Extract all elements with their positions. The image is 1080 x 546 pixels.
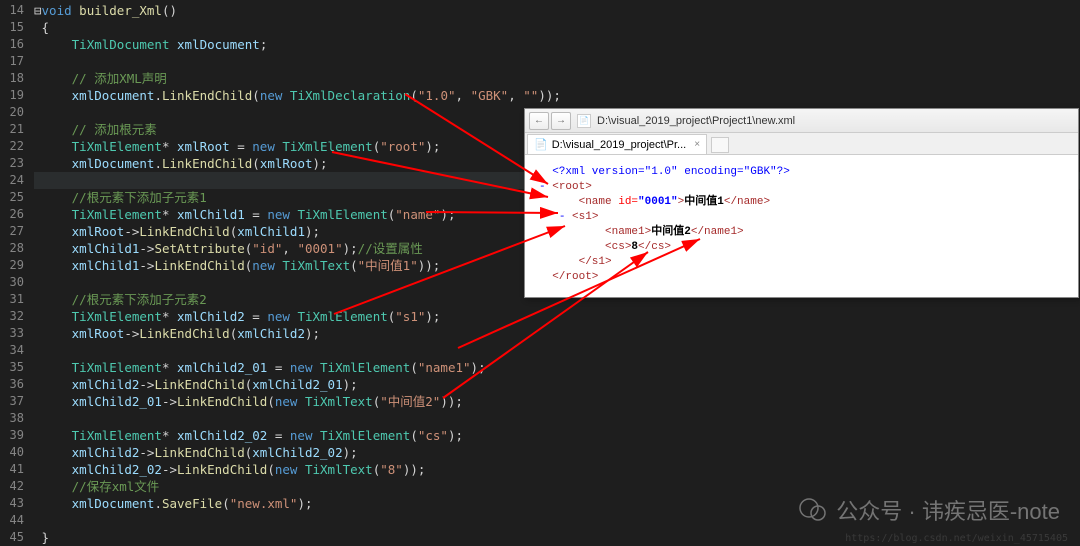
browser-window: ← → 📄 D:\visual_2019_project\Project1\ne… <box>524 108 1079 298</box>
code-line[interactable]: { <box>34 19 1080 36</box>
code-line[interactable]: //保存xml文件 <box>34 478 1080 495</box>
xml-line: - <root> <box>539 180 1064 195</box>
code-line[interactable]: xmlChild2->LinkEndChild(xmlChild2_01); <box>34 376 1080 393</box>
footer-url: https://blog.csdn.net/weixin_45715405 <box>845 533 1068 544</box>
watermark: 公众号 · 讳疾忌医-note <box>798 494 1060 526</box>
xml-content: <?xml version="1.0" encoding="GBK"?> - <… <box>525 155 1078 295</box>
code-line[interactable]: xmlDocument.LinkEndChild(new TiXmlDeclar… <box>34 87 1080 104</box>
line-number: 17 <box>0 53 24 70</box>
browser-tab[interactable]: 📄 D:\visual_2019_project\Pr... × <box>527 134 707 154</box>
xml-line: </s1> <box>539 255 1064 270</box>
line-number: 25 <box>0 189 24 206</box>
code-line[interactable]: xmlChild2_02->LinkEndChild(new TiXmlText… <box>34 461 1080 478</box>
xml-line: <?xml version="1.0" encoding="GBK"?> <box>539 165 1064 180</box>
code-line[interactable]: // 添加XML声明 <box>34 70 1080 87</box>
code-line[interactable]: TiXmlElement* xmlChild2_02 = new TiXmlEl… <box>34 427 1080 444</box>
line-number: 43 <box>0 495 24 512</box>
code-line[interactable]: TiXmlElement* xmlChild2 = new TiXmlEleme… <box>34 308 1080 325</box>
code-line[interactable]: xmlChild2->LinkEndChild(xmlChild2_02); <box>34 444 1080 461</box>
line-number: 32 <box>0 308 24 325</box>
code-line[interactable] <box>34 342 1080 359</box>
wechat-icon <box>798 495 828 525</box>
line-number: 38 <box>0 410 24 427</box>
new-tab-button[interactable] <box>711 137 729 153</box>
line-number: 39 <box>0 427 24 444</box>
watermark-text: 公众号 · 讳疾忌医-note <box>836 494 1060 526</box>
code-line[interactable]: xmlChild2_01->LinkEndChild(new TiXmlText… <box>34 393 1080 410</box>
line-number: 28 <box>0 240 24 257</box>
tab-icon: 📄 <box>534 138 548 151</box>
code-line[interactable]: TiXmlDocument xmlDocument; <box>34 36 1080 53</box>
code-line[interactable]: ⊟void builder_Xml() <box>34 2 1080 19</box>
line-number: 14 <box>0 2 24 19</box>
line-number: 24 <box>0 172 24 189</box>
tab-title: D:\visual_2019_project\Pr... <box>552 139 687 151</box>
back-button[interactable]: ← <box>529 112 549 130</box>
browser-toolbar: ← → 📄 D:\visual_2019_project\Project1\ne… <box>525 109 1078 133</box>
line-gutter: 1415161718192021222324252627282930313233… <box>0 0 30 546</box>
xml-line: <name id="0001">中间值1</name> <box>539 195 1064 210</box>
code-line[interactable] <box>34 410 1080 427</box>
xml-line: <name1>中间值2</name1> <box>539 225 1064 240</box>
forward-button[interactable]: → <box>551 112 571 130</box>
line-number: 18 <box>0 70 24 87</box>
xml-line: <cs>8</cs> <box>539 240 1064 255</box>
line-number: 20 <box>0 104 24 121</box>
line-number: 31 <box>0 291 24 308</box>
line-number: 30 <box>0 274 24 291</box>
line-number: 45 <box>0 529 24 546</box>
line-number: 29 <box>0 257 24 274</box>
line-number: 22 <box>0 138 24 155</box>
line-number: 36 <box>0 376 24 393</box>
line-number: 35 <box>0 359 24 376</box>
code-line[interactable]: xmlRoot->LinkEndChild(xmlChild2); <box>34 325 1080 342</box>
address-text[interactable]: D:\visual_2019_project\Project1\new.xml <box>597 115 795 127</box>
line-number: 42 <box>0 478 24 495</box>
code-line[interactable] <box>34 53 1080 70</box>
code-line[interactable]: TiXmlElement* xmlChild2_01 = new TiXmlEl… <box>34 359 1080 376</box>
file-icon: 📄 <box>577 114 591 128</box>
line-number: 16 <box>0 36 24 53</box>
line-number: 44 <box>0 512 24 529</box>
close-icon[interactable]: × <box>694 139 700 150</box>
browser-tabs: 📄 D:\visual_2019_project\Pr... × <box>525 133 1078 155</box>
line-number: 15 <box>0 19 24 36</box>
line-number: 34 <box>0 342 24 359</box>
line-number: 41 <box>0 461 24 478</box>
xml-line: - <s1> <box>539 210 1064 225</box>
line-number: 33 <box>0 325 24 342</box>
line-number: 19 <box>0 87 24 104</box>
xml-line: </root> <box>539 270 1064 285</box>
line-number: 26 <box>0 206 24 223</box>
line-number: 27 <box>0 223 24 240</box>
line-number: 40 <box>0 444 24 461</box>
line-number: 37 <box>0 393 24 410</box>
line-number: 23 <box>0 155 24 172</box>
line-number: 21 <box>0 121 24 138</box>
